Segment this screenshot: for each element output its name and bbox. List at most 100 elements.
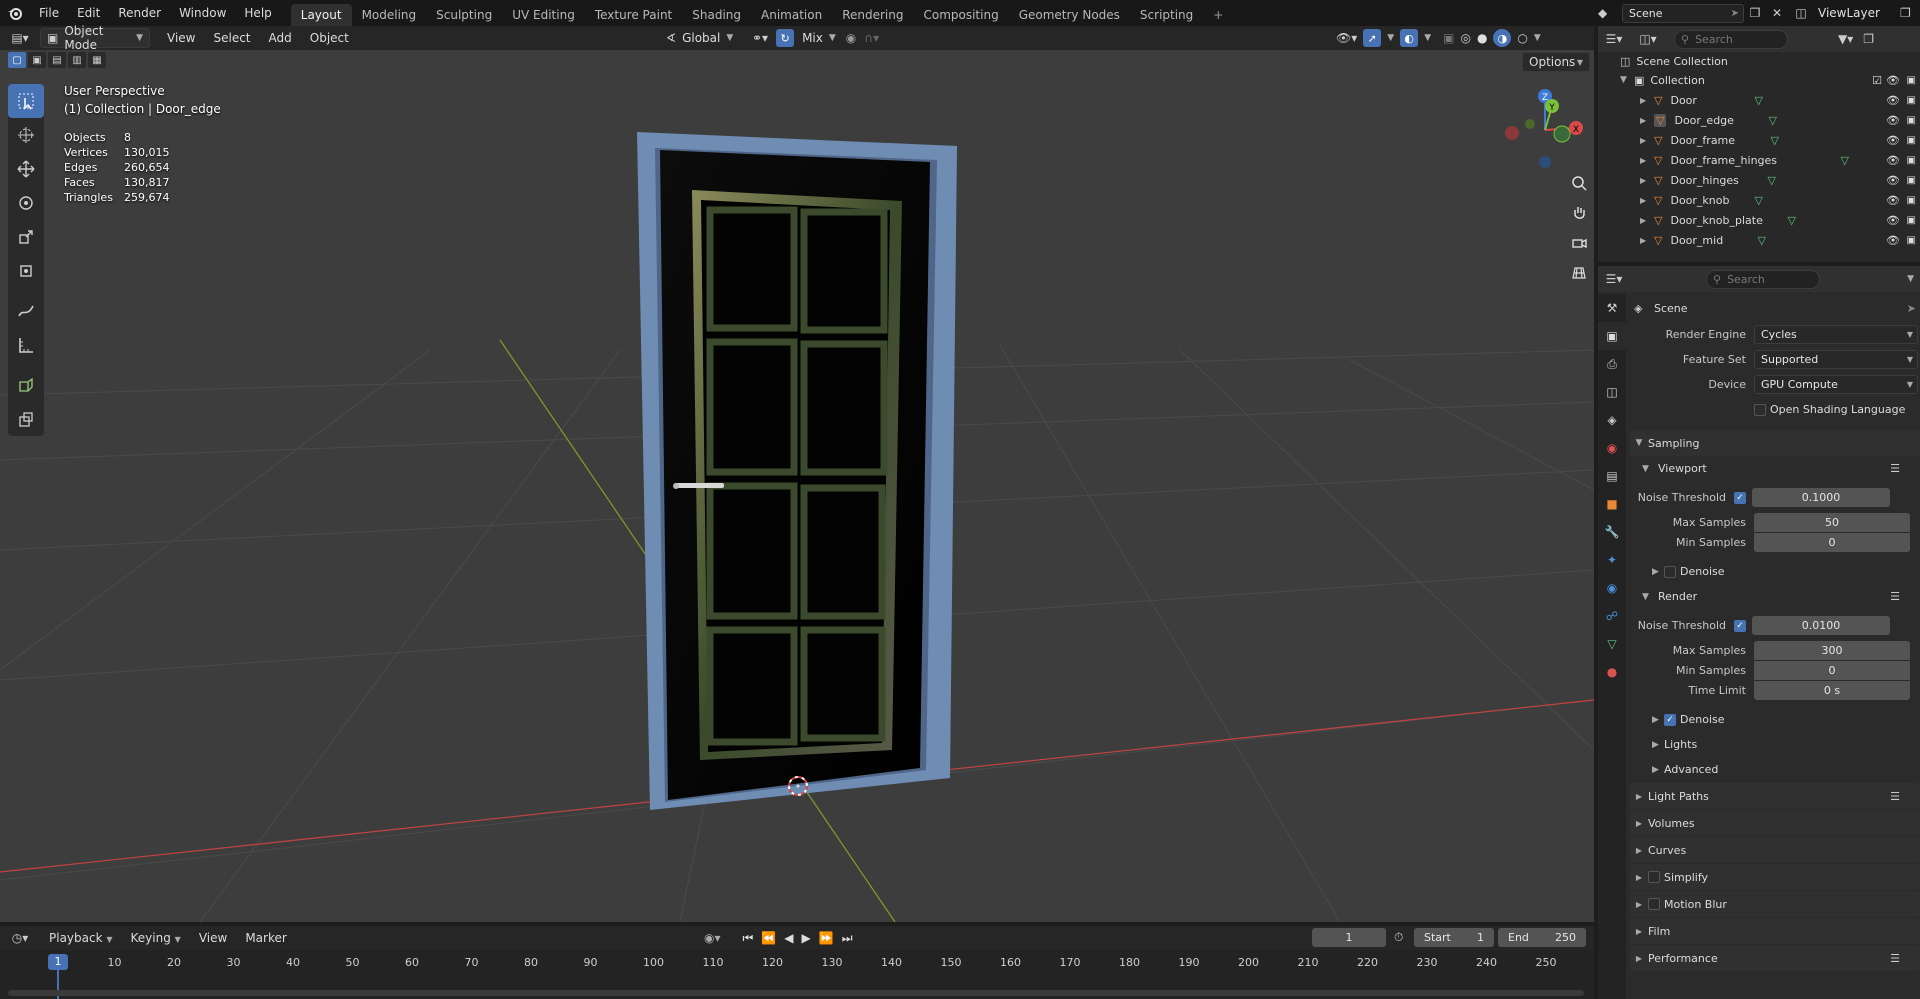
tab-rendering[interactable]: Rendering [832, 4, 913, 26]
chevron-right-icon[interactable]: ▶ [1640, 236, 1654, 245]
outliner-editor-icon[interactable]: ☰▾ [1598, 32, 1630, 46]
measure-tool-icon[interactable] [8, 328, 44, 362]
eye-icon[interactable]: 👁 [1886, 214, 1900, 227]
camera-view-icon[interactable] [1566, 230, 1592, 256]
gizmo-icon[interactable]: ➚ [1363, 29, 1382, 47]
chevron-down-icon[interactable]: ▼ [1907, 274, 1914, 284]
menu-help[interactable]: Help [235, 0, 280, 26]
mesh-data-icon[interactable]: ▽ [1754, 194, 1762, 207]
add-workspace-button[interactable]: + [1203, 4, 1233, 26]
outliner-object-row[interactable]: ▶ ▽ Door_hinges ▽ 👁 ▣ [1598, 170, 1920, 190]
select-box-tool-icon[interactable] [8, 84, 44, 118]
play-reverse-icon[interactable]: ◀ [784, 931, 793, 945]
render-time-limit-field[interactable]: 0 s [1754, 681, 1910, 700]
modifier-tab-icon[interactable]: 🔧 [1598, 518, 1626, 546]
3d-viewport[interactable]: ▢ ▣ ▤ ▥ ▦ User Perspective (1) Collectio… [0, 50, 1594, 922]
panel-simplify[interactable]: ▶ Simplify [1630, 864, 1920, 890]
chevron-right-icon[interactable]: ▶ [1640, 176, 1654, 185]
tab-scripting[interactable]: Scripting [1130, 4, 1203, 26]
start-frame-field[interactable]: Start 1 [1414, 928, 1494, 947]
material-tab-icon[interactable]: ● [1598, 658, 1626, 686]
jump-start-icon[interactable]: ⏮ [743, 931, 754, 946]
timeline-area[interactable]: 10 20 30 40 50 60 70 80 90 100 110 120 130 140 150 160 1… [0, 950, 1594, 999]
prev-keyframe-icon[interactable]: ⏪ [761, 931, 776, 945]
viewport-denoise-checkbox[interactable] [1664, 565, 1676, 578]
camera-icon[interactable]: ▣ [1907, 75, 1916, 86]
mesh-data-icon[interactable]: ▽ [1787, 214, 1795, 227]
eye-icon[interactable]: 👁 [1886, 94, 1900, 107]
tab-modeling[interactable]: Modeling [352, 4, 427, 26]
proportional-mode[interactable]: Mix [802, 31, 823, 45]
list-icon[interactable]: ☰ [1890, 952, 1900, 965]
osl-checkbox[interactable] [1754, 403, 1766, 416]
eye-icon[interactable]: 👁 [1886, 174, 1900, 187]
pin-icon[interactable]: ➤ [1907, 302, 1916, 315]
select-intersect-icon[interactable]: ▦ [88, 52, 106, 68]
scene-name-field[interactable]: Scene ➤ [1622, 3, 1744, 23]
viewport-subpanel[interactable]: ▼ Viewport ☰ [1630, 456, 1920, 481]
rotate-tool-icon[interactable] [8, 186, 44, 220]
world-tab-icon[interactable]: ◉ [1598, 434, 1626, 462]
lights-subpanel[interactable]: ▶ Lights [1630, 732, 1920, 757]
falloff-icon[interactable]: ∩▾ [864, 31, 879, 45]
pivot-icon[interactable]: ⚭▾ [752, 31, 768, 45]
menu-edit[interactable]: Edit [68, 0, 109, 26]
outliner-object-row[interactable]: ▶ ▽ Door_frame_hinges ▽ 👁 ▣ [1598, 150, 1920, 170]
menu-select[interactable]: Select [204, 31, 259, 45]
render-denoise-row[interactable]: ▶ ✓ Denoise [1630, 707, 1920, 732]
eye-icon[interactable]: 👁 [1886, 74, 1900, 87]
chevron-right-icon[interactable]: ▶ [1640, 216, 1654, 225]
viewport-noise-checkbox[interactable]: ✓ [1734, 491, 1746, 504]
feature-set-dropdown[interactable]: Supported ▼ [1754, 350, 1918, 369]
outliner-object-row[interactable]: ▶ ▽ Door_mid ▽ 👁 ▣ [1598, 230, 1920, 250]
scene-tab-icon[interactable]: ◈ [1598, 406, 1626, 434]
menu-render[interactable]: Render [109, 0, 170, 26]
delete-scene-icon[interactable]: ✕ [1766, 6, 1788, 20]
viewport-noise-threshold-field[interactable]: 0.1000 [1752, 488, 1890, 507]
advanced-subpanel[interactable]: ▶ Advanced [1630, 757, 1920, 782]
camera-icon[interactable]: ▣ [1907, 115, 1916, 126]
xray-icon[interactable]: ▣ [1443, 31, 1454, 45]
render-engine-dropdown[interactable]: Cycles ▼ [1754, 325, 1918, 344]
proportional-edit-icon[interactable]: ◉ [846, 31, 856, 45]
chevron-right-icon[interactable]: ▶ [1640, 156, 1654, 165]
move-tool-icon[interactable] [8, 152, 44, 186]
filter-icon[interactable]: ▼▾ [1838, 32, 1853, 46]
mesh-data-icon[interactable]: ▽ [1770, 134, 1778, 147]
list-icon[interactable]: ☰ [1890, 462, 1900, 475]
playhead[interactable]: 1 [48, 954, 68, 970]
collection-row[interactable]: ▼ ▣ Collection ☑ 👁 ▣ [1598, 70, 1920, 90]
add-cube-tool-icon[interactable] [8, 368, 44, 402]
render-noise-checkbox[interactable]: ✓ [1734, 619, 1746, 632]
select-invert-icon[interactable]: ▥ [68, 52, 86, 68]
auto-key-icon[interactable]: ◉▾ [704, 931, 721, 945]
menu-add[interactable]: Add [260, 31, 301, 45]
mesh-data-icon[interactable]: ▽ [1767, 174, 1775, 187]
tool-tab-icon[interactable]: ⚒ [1598, 294, 1626, 322]
marker-menu[interactable]: Marker [236, 931, 295, 945]
viewport-scene[interactable] [0, 50, 1594, 922]
constraints-tab-icon[interactable]: ☍ [1598, 602, 1626, 630]
visibility-icon[interactable]: 👁▾ [1336, 31, 1357, 45]
view-layer-name[interactable]: ViewLayer [1814, 6, 1900, 20]
select-new-icon[interactable]: ▢ [8, 52, 26, 68]
panel-checkbox[interactable] [1648, 898, 1660, 910]
menu-object[interactable]: Object [301, 31, 358, 45]
perspective-toggle-icon[interactable] [1566, 260, 1592, 286]
play-icon[interactable]: ▶ [802, 931, 811, 945]
new-scene-icon[interactable]: ❐ [1744, 6, 1766, 20]
tab-compositing[interactable]: Compositing [913, 4, 1008, 26]
checkbox-icon[interactable]: ☑ [1872, 74, 1882, 87]
extrude-tool-icon[interactable] [8, 402, 44, 436]
timeline-view-menu[interactable]: View [190, 931, 236, 945]
view-layer-tab-icon[interactable]: ◫ [1598, 378, 1626, 406]
chevron-right-icon[interactable]: ▶ [1640, 136, 1654, 145]
camera-icon[interactable]: ▣ [1907, 175, 1916, 186]
menu-view[interactable]: View [158, 31, 204, 45]
chevron-right-icon[interactable]: ▶ [1640, 116, 1654, 125]
mesh-data-icon[interactable]: ▽ [1768, 114, 1776, 127]
door-knob[interactable] [674, 483, 724, 488]
physics-tab-icon[interactable]: ◉ [1598, 574, 1626, 602]
tab-uv-editing[interactable]: UV Editing [502, 4, 585, 26]
camera-icon[interactable]: ▣ [1907, 95, 1916, 106]
